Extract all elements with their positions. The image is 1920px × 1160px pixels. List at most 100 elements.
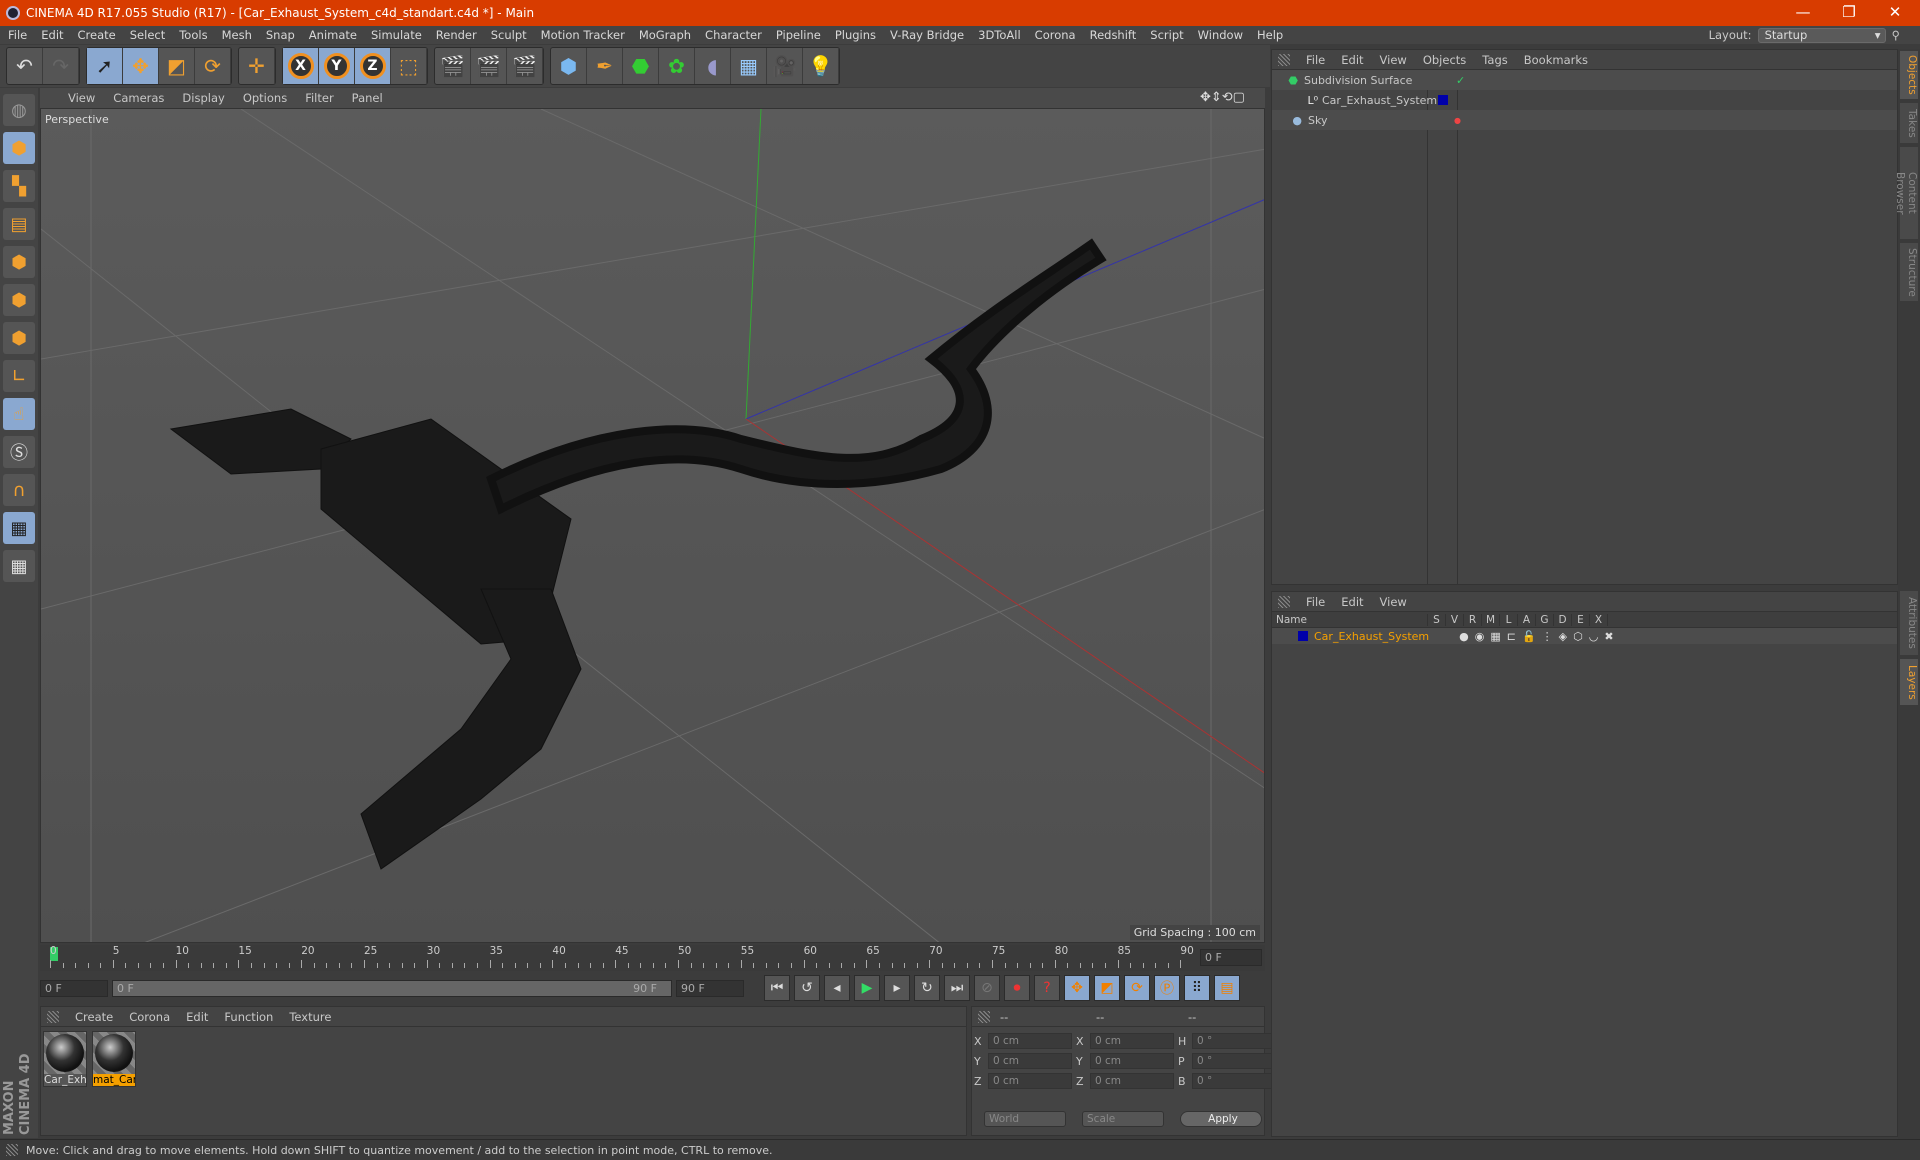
texture-mode-icon[interactable]: ▚ bbox=[3, 170, 35, 202]
layer-column-e[interactable]: E bbox=[1572, 613, 1590, 626]
viewport-menu-options[interactable]: Options bbox=[243, 91, 287, 105]
object-menu-bookmarks[interactable]: Bookmarks bbox=[1524, 53, 1588, 67]
menu-character[interactable]: Character bbox=[705, 28, 762, 42]
menu-corona[interactable]: Corona bbox=[1035, 28, 1076, 42]
apply-button[interactable]: Apply bbox=[1180, 1111, 1262, 1127]
object-menu-view[interactable]: View bbox=[1380, 53, 1407, 67]
search-icon[interactable]: ⚲ bbox=[1892, 28, 1900, 42]
make-editable-icon[interactable]: ◍ bbox=[3, 94, 35, 126]
coord-field[interactable]: 0 ° bbox=[1192, 1033, 1276, 1049]
viewport-menu-cameras[interactable]: Cameras bbox=[113, 91, 164, 105]
tab-structure[interactable]: Structure bbox=[1900, 243, 1918, 301]
subdivision-icon[interactable]: ⬣ bbox=[623, 48, 659, 84]
points-mode-icon[interactable]: ⬢ bbox=[3, 246, 35, 278]
layer-row[interactable]: Car_Exhaust_System ●◉▦⊏🔓⋮◈⬡◡✖ bbox=[1272, 628, 1897, 644]
end-frame-field[interactable]: 90 F bbox=[676, 979, 744, 997]
tab-takes[interactable]: Takes bbox=[1900, 103, 1918, 143]
key-pla-icon[interactable]: ⠿ bbox=[1184, 975, 1210, 1001]
floor-icon[interactable]: ▦ bbox=[731, 48, 767, 84]
render-settings-icon[interactable]: 🎬 bbox=[507, 48, 543, 84]
enabled-check-icon[interactable]: ✓ bbox=[1456, 74, 1465, 87]
timeline-window-icon[interactable]: ▤ bbox=[1214, 975, 1240, 1001]
timeline-ruler[interactable]: 0 5 10 15 20 25 30 35 40 45 50 55 60 65 70 75 80 85 90 0 F bbox=[40, 945, 1265, 971]
coord-field[interactable]: 0 ° bbox=[1192, 1053, 1276, 1069]
current-frame-field[interactable]: 0 F bbox=[1200, 949, 1262, 966]
deformer-icon[interactable]: ◖ bbox=[695, 48, 731, 84]
layer-flag-icons[interactable]: ●◉▦⊏🔓⋮◈⬡◡✖ bbox=[1459, 630, 1619, 643]
tweak-icon[interactable]: ☝ bbox=[3, 398, 35, 430]
layer-column-x[interactable]: X bbox=[1590, 613, 1608, 626]
workplane-icon[interactable]: ▤ bbox=[3, 208, 35, 240]
material-menu-texture[interactable]: Texture bbox=[289, 1010, 331, 1024]
rotate-icon[interactable]: ⟳ bbox=[195, 48, 231, 84]
layer-column-name[interactable]: Name bbox=[1272, 613, 1428, 626]
viewport-menu-filter[interactable]: Filter bbox=[305, 91, 333, 105]
coord-field[interactable]: 0 cm bbox=[1090, 1073, 1174, 1089]
menu-snap[interactable]: Snap bbox=[266, 28, 295, 42]
render-view-icon[interactable]: 🎬 bbox=[435, 48, 471, 84]
previous-frame-icon[interactable]: ◂ bbox=[824, 975, 850, 1001]
tab-objects[interactable]: Objects bbox=[1900, 51, 1918, 99]
pen-spline-icon[interactable]: ✒ bbox=[587, 48, 623, 84]
x-axis-lock-icon[interactable]: X bbox=[283, 48, 319, 84]
layer-column-l[interactable]: L bbox=[1500, 613, 1518, 626]
object-menu-file[interactable]: File bbox=[1306, 53, 1325, 67]
viewport-perspective[interactable]: Perspective Grid Spacing : 100 cm bbox=[40, 108, 1265, 943]
key-position-icon[interactable]: ✥ bbox=[1064, 975, 1090, 1001]
grip-icon[interactable] bbox=[978, 1010, 990, 1023]
menu-select[interactable]: Select bbox=[130, 28, 165, 42]
material-car-exh[interactable]: Car_Exh bbox=[43, 1031, 87, 1087]
menu-v-ray-bridge[interactable]: V-Ray Bridge bbox=[890, 28, 964, 42]
keyframe-help-icon[interactable]: ? bbox=[1034, 975, 1060, 1001]
light-icon[interactable]: 💡 bbox=[803, 48, 839, 84]
polygons-mode-icon[interactable]: ⬢ bbox=[3, 322, 35, 354]
grip-icon[interactable] bbox=[1278, 595, 1290, 608]
edges-mode-icon[interactable]: ⬢ bbox=[3, 284, 35, 316]
menu-simulate[interactable]: Simulate bbox=[371, 28, 422, 42]
record-disabled-icon[interactable]: ⊘ bbox=[974, 975, 1000, 1001]
visibility-dot-icon[interactable]: ● bbox=[1454, 116, 1461, 125]
go-to-start-icon[interactable]: ⏮ bbox=[764, 975, 790, 1001]
menu-help[interactable]: Help bbox=[1257, 28, 1283, 42]
play-icon[interactable]: ▶ bbox=[854, 975, 880, 1001]
menu-animate[interactable]: Animate bbox=[309, 28, 357, 42]
viewport-nav-icons[interactable]: ✥⇕⟲▢ bbox=[1200, 90, 1245, 105]
select-arrow-icon[interactable]: ➚ bbox=[87, 48, 123, 84]
menu-sculpt[interactable]: Sculpt bbox=[491, 28, 527, 42]
layer-column-g[interactable]: G bbox=[1536, 613, 1554, 626]
key-param-icon[interactable]: Ⓟ bbox=[1154, 975, 1180, 1001]
layer-menu-view[interactable]: View bbox=[1380, 595, 1407, 609]
coord-field[interactable]: 0 cm bbox=[1090, 1053, 1174, 1069]
lock-workplane-icon[interactable]: ▦ bbox=[3, 512, 35, 544]
material-mat-car[interactable]: mat_Car bbox=[92, 1031, 136, 1087]
next-frame-icon[interactable]: ▸ bbox=[884, 975, 910, 1001]
menu-mesh[interactable]: Mesh bbox=[222, 28, 252, 42]
object-menu-objects[interactable]: Objects bbox=[1423, 53, 1466, 67]
tab-content-browser[interactable]: Content Browser bbox=[1894, 147, 1918, 239]
key-scale-icon[interactable]: ◩ bbox=[1094, 975, 1120, 1001]
grip-icon[interactable] bbox=[47, 1010, 59, 1023]
layer-column-r[interactable]: R bbox=[1464, 613, 1482, 626]
material-menu-function[interactable]: Function bbox=[224, 1010, 273, 1024]
layer-column-s[interactable]: S bbox=[1428, 613, 1446, 626]
layer-column-v[interactable]: V bbox=[1446, 613, 1464, 626]
coordinate-system-icon[interactable]: ⬚ bbox=[391, 48, 427, 84]
layer-menu-file[interactable]: File bbox=[1306, 595, 1325, 609]
snap-icon[interactable]: Ⓢ bbox=[3, 436, 35, 468]
next-key-icon[interactable]: ↻ bbox=[914, 975, 940, 1001]
menu-redshift[interactable]: Redshift bbox=[1090, 28, 1137, 42]
viewport-menu-display[interactable]: Display bbox=[182, 91, 224, 105]
viewport-menu-panel[interactable]: Panel bbox=[352, 91, 383, 105]
previous-key-icon[interactable]: ↺ bbox=[794, 975, 820, 1001]
coord-field[interactable]: 0 cm bbox=[988, 1073, 1072, 1089]
y-axis-lock-icon[interactable]: Y bbox=[319, 48, 355, 84]
autokey-icon[interactable]: ⏺ bbox=[1004, 975, 1030, 1001]
coord-field[interactable]: 0 cm bbox=[1090, 1033, 1174, 1049]
tab-layers[interactable]: Layers bbox=[1900, 659, 1918, 705]
go-to-end-icon[interactable]: ⏭ bbox=[944, 975, 970, 1001]
cube-icon[interactable]: ⬢ bbox=[551, 48, 587, 84]
scale-icon[interactable]: ◩ bbox=[159, 48, 195, 84]
object-row-sky[interactable]: ● Sky ● bbox=[1272, 110, 1897, 130]
start-frame-field[interactable]: 0 F bbox=[40, 979, 108, 997]
material-menu-corona[interactable]: Corona bbox=[129, 1010, 170, 1024]
